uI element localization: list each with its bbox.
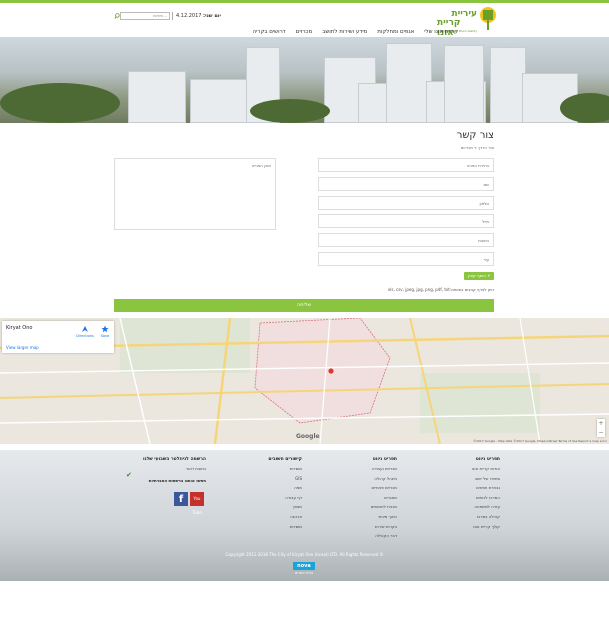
name-field[interactable]: שם [318, 177, 494, 191]
footer-link[interactable]: דף עבודה [268, 495, 302, 500]
date-value: 4.12.2017 [176, 13, 202, 19]
footer-link[interactable]: מוסדות [268, 524, 302, 529]
star-icon [101, 325, 109, 333]
breadcrumb[interactable]: צור הדרך » מכרזים [461, 145, 494, 150]
map-info-card: Kiryat Ono View larger map Directions Sa… [2, 321, 114, 353]
hero-building [128, 71, 186, 123]
zoom-in-button[interactable]: + [597, 419, 605, 428]
inquiry-type-select[interactable]: בחירת הפניה [318, 158, 494, 172]
footer-column-nav-2: תפריט ניווט מכרזים ועבודה מינהל קהילה מכ… [371, 457, 397, 543]
google-logo: Google [296, 433, 320, 440]
message-textarea[interactable]: תוכן הפנייה [114, 158, 276, 230]
view-larger-map-link[interactable]: View larger map [6, 345, 39, 350]
footer-link[interactable]: מכרזים ועבודה [371, 466, 397, 471]
social-heading: חפשו אותנו ברשתות החברתיות [148, 478, 206, 483]
footer-link[interactable]: מפה [268, 485, 302, 490]
copyright-text: Copyright 2011-2018 The City of Kiryat O… [225, 552, 384, 557]
search-icon[interactable] [114, 12, 120, 20]
footer-link[interactable]: ארנונה [268, 514, 302, 519]
search-input[interactable]: חיפוש... [120, 12, 170, 20]
footer-column-newsletter: הרשמה לניוזלטר השבועי שלנו כתובת דואר חפ… [143, 457, 206, 488]
email-field[interactable]: מייל [318, 214, 494, 228]
send-button[interactable]: שליחה [114, 299, 494, 312]
save-button[interactable]: Save [98, 325, 112, 338]
footer-link[interactable]: מכרזים פנימיים [371, 485, 397, 490]
footer-link[interactable]: אודות קריית אונו [472, 466, 500, 471]
footer-link[interactable]: המרכז לכותים [472, 495, 500, 500]
logo-mark-icon [480, 7, 496, 30]
footer-link[interactable]: נבחרת תפוזים [472, 485, 500, 490]
city-field[interactable]: עיר [318, 252, 494, 266]
footer-link[interactable]: מינהל קהילה [371, 476, 397, 481]
footer-column-nav-1: תפריט ניווט אודות קריית אונו סיפורו של י… [472, 457, 500, 533]
phone-field[interactable]: טלפון [318, 196, 494, 210]
date-label: יום שני: [203, 13, 221, 19]
page-title: צור קשר [456, 130, 494, 141]
file-types-note: ניתן לצרף קבצים בסיומת:xls, csv, jpeg, j… [387, 287, 494, 292]
map-pin-icon[interactable] [328, 368, 334, 374]
directions-label: Directions [76, 334, 94, 338]
footer-link[interactable]: עזרה למשפחה [472, 504, 500, 509]
footer-link[interactable]: סיפורו של ישוב [472, 476, 500, 481]
site-header: עיריית קריית אונו Kiryat Ono Municipalit… [0, 3, 609, 38]
directions-icon [82, 326, 88, 332]
zoom-out-button[interactable]: − [597, 428, 605, 437]
save-label: Save [100, 334, 110, 338]
footer-column-title: קישורים חשובים [268, 457, 302, 462]
date-display: יום שני: 4.12.2017 [176, 13, 221, 19]
footer-link[interactable]: מאגרים [371, 495, 397, 500]
footer-link[interactable]: דבר הקהילה [371, 533, 397, 538]
checkmark-icon[interactable]: ✔ [126, 471, 132, 479]
directions-button[interactable]: Directions [76, 325, 94, 338]
newsletter-email-field[interactable]: כתובת דואר [143, 466, 206, 471]
footer-link[interactable]: בקרות שירות [371, 524, 397, 529]
footer-link[interactable]: תכנית לחומשים [371, 504, 397, 509]
map-attribution[interactable]: ©2017 Google - Map data ©2017 Google, Ma… [473, 439, 607, 443]
footer-column-links: קישורים חשובים מוסדות GIS מפה דף עבודה מ… [268, 457, 302, 533]
footer-column-title: תפריט ניווט [475, 457, 500, 462]
hero-city-image [0, 37, 609, 123]
hero-building [190, 79, 254, 123]
footer-link[interactable]: קהילה במרכז [472, 514, 500, 519]
nova-logo[interactable]: nova [293, 562, 315, 570]
hero-building [444, 45, 484, 123]
attach-file-button[interactable]: הוסף קובץ + [464, 272, 494, 280]
footer-link[interactable]: חינוך מיוחד [371, 514, 397, 519]
newsletter-title: הרשמה לניוזלטר השבועי שלנו [142, 457, 206, 462]
footer-link[interactable]: מצפן [268, 504, 302, 509]
footer-link[interactable]: GIS [268, 476, 302, 481]
embedded-map[interactable]: Kiryat Ono View larger map Directions Sa… [0, 318, 609, 444]
address-field[interactable]: כתובת [318, 233, 494, 247]
footer-link[interactable]: קולך קריית אונו [472, 524, 500, 529]
map-place-name: Kiryat Ono [6, 325, 33, 331]
social-links: f You Tube [174, 492, 204, 515]
nova-subtitle: בניית אתרים [294, 571, 314, 575]
hero-greenery [250, 99, 330, 123]
footer-column-title: תפריט ניווט [372, 457, 397, 462]
youtube-icon[interactable]: You Tube [190, 492, 204, 515]
hero-building [490, 47, 526, 123]
facebook-icon[interactable]: f [174, 492, 188, 506]
hero-greenery [0, 83, 120, 123]
header-divider [172, 12, 173, 20]
map-zoom-control[interactable]: + − [597, 419, 605, 437]
footer-link[interactable]: מוסדות [268, 466, 302, 471]
